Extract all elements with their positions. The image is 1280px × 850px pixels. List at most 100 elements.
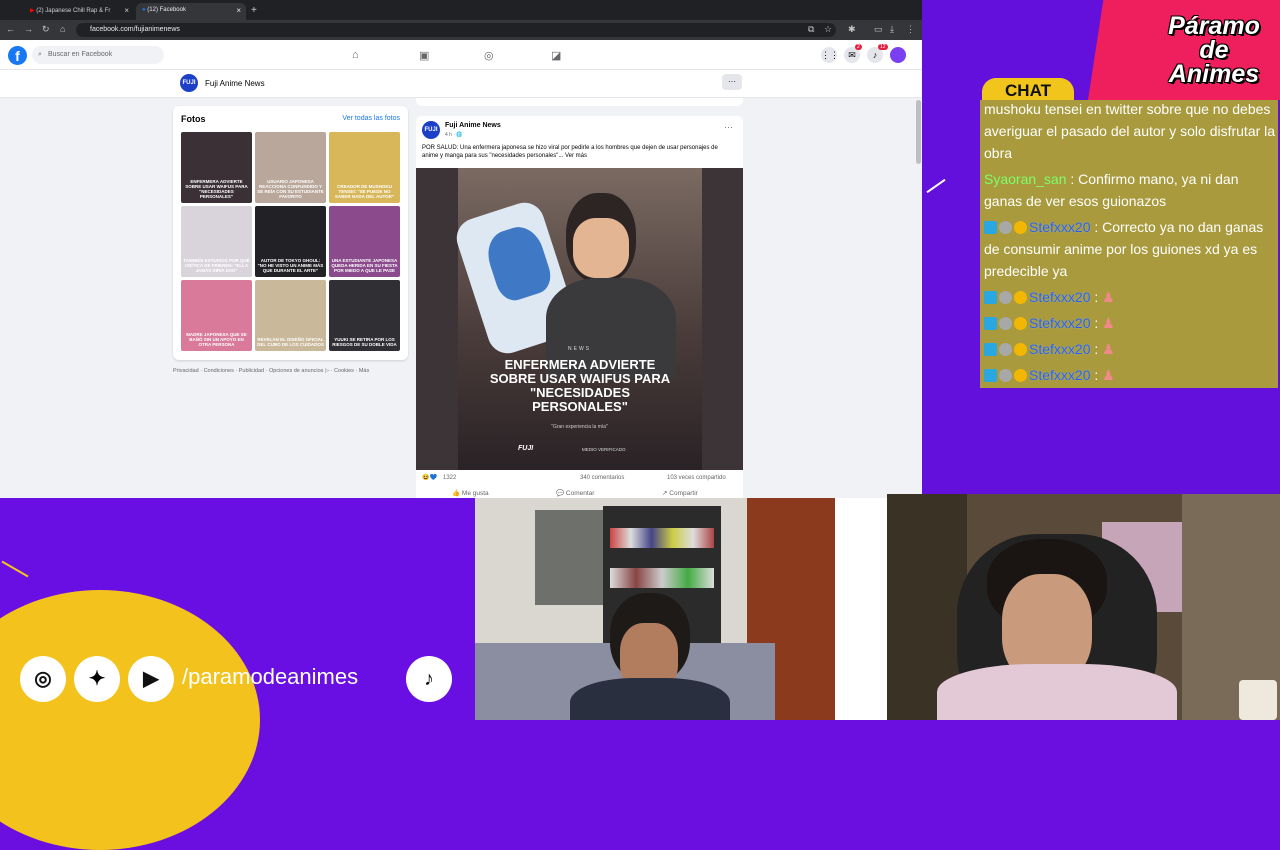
comment-label: Comentar (565, 490, 595, 497)
image-verified: MEDIO VERIFICADO (582, 447, 626, 452)
photo-thumbnail[interactable]: UNA ESTUDIANTE JAPONESA QUEDA HERIDA EN … (329, 206, 400, 277)
brand-line: Animes (1168, 60, 1260, 88)
image-headline: ENFERMERA ADVIERTE SOBRE USAR WAIFUS PAR… (489, 357, 671, 414)
download-icon[interactable]: ⤓ (890, 24, 894, 35)
books-row (610, 528, 714, 548)
see-all-photos-link[interactable]: Ver todas las fotos (342, 115, 400, 122)
host-shirt (937, 664, 1177, 720)
more-options-button[interactable]: ··· (722, 74, 742, 90)
menu-kebab-icon[interactable]: ⋮ (906, 24, 915, 35)
facebook-logo-icon[interactable]: f (8, 46, 27, 65)
coin-badge-icon (1014, 343, 1027, 356)
profile-avatar[interactable] (890, 47, 906, 63)
post-author-avatar[interactable]: FUJI (422, 121, 440, 139)
tab-youtube[interactable]: ▶ (2) Japanese Chill Rap & Fr × (24, 3, 134, 20)
home-icon[interactable]: ⌂ (352, 49, 359, 61)
messenger-badge: 2 (855, 44, 862, 50)
youtube-icon[interactable]: ▶ (128, 656, 174, 702)
stream-brand-logo: Páramo de Animes (1150, 14, 1278, 88)
page-name[interactable]: Fuji Anime News (205, 79, 265, 88)
coin-badge-icon (1014, 369, 1027, 382)
previous-post-end (416, 98, 743, 106)
webcam-host-1 (475, 498, 835, 720)
chat-username: Stefxxx20 (1029, 289, 1091, 305)
cast-icon[interactable]: ▭ (874, 24, 883, 35)
photo-thumbnail[interactable]: AUTOR DE TOKYO GHOUL: "NO HE VISTO UN AN… (255, 206, 326, 277)
search-icon: ⌕ (38, 51, 42, 58)
photo-thumbnail[interactable]: REVELAN EL DISEÑO OFICIAL DEL CUBO DE LO… (255, 280, 326, 351)
gaming-icon[interactable]: ◪ (551, 49, 561, 62)
reload-icon[interactable]: ↻ (42, 24, 50, 35)
image-brand: FUJI (518, 445, 534, 452)
comment-button[interactable]: 💬 Comentar (556, 489, 594, 497)
photo-caption: REVELAN EL DISEÑO OFICIAL DEL CUBO DE LO… (257, 337, 324, 347)
comment-count[interactable]: 340 comentarios (580, 475, 624, 481)
tiktok-icon[interactable]: ♪ (406, 656, 452, 702)
emote-icon: ♟ (1102, 367, 1115, 383)
new-tab-button[interactable]: + (248, 3, 262, 20)
footer-links[interactable]: Privacidad · Condiciones · Publicidad · … (173, 368, 408, 374)
photo-thumbnail[interactable]: ENFERMERA ADVIERTE SOBRE USAR WAIFUS PAR… (181, 132, 252, 203)
search-input[interactable]: Buscar en Facebook (32, 46, 164, 64)
share-button[interactable]: ↗ Compartir (662, 489, 698, 497)
social-links: ◎ ✦ ▶ /paramodeanimes ♪ (18, 656, 478, 704)
apps-grid-icon[interactable]: ⋮⋮ (821, 47, 839, 63)
scrollbar-thumb[interactable] (916, 100, 921, 164)
reactions-icon[interactable]: 😆💙 (422, 474, 437, 481)
share-label: Compartir (669, 490, 698, 497)
video-icon[interactable]: ▣ (419, 49, 429, 62)
post-menu-icon[interactable]: ··· (724, 122, 733, 132)
post-image[interactable]: NEWS ENFERMERA ADVIERTE SOBRE USAR WAIFU… (416, 168, 743, 470)
share-count[interactable]: 103 veces compartido (667, 475, 726, 481)
chat-message: mushoku tensei en twitter sobre que no d… (984, 98, 1276, 164)
avatar-badge-icon (999, 221, 1012, 234)
twitter-icon[interactable]: ✦ (74, 656, 120, 702)
webcam-host-2 (887, 494, 1280, 720)
instagram-icon[interactable]: ◎ (20, 656, 66, 702)
chat-message: Stefxxx20 : ♟ (984, 286, 1276, 308)
tab-facebook[interactable]: ● (12) Facebook × (136, 3, 246, 20)
sword-badge-icon (984, 343, 997, 356)
photo-thumbnail[interactable]: YUUKI SE RETIRA POR LOS RIESGOS DE SU DO… (329, 280, 400, 351)
photo-thumbnail[interactable]: USUARIO JAPONESA REACCIONA CONFUNDIDO Y … (255, 132, 326, 203)
back-icon[interactable]: ← (6, 24, 15, 34)
tab-bar: ▶ (2) Japanese Chill Rap & Fr × ● (12) F… (0, 0, 922, 20)
post-author[interactable]: Fuji Anime News (445, 122, 501, 129)
close-icon[interactable]: × (124, 6, 129, 15)
avatar-badge-icon (999, 369, 1012, 382)
home-icon[interactable]: ⌂ (60, 24, 65, 34)
photo-caption: MADRE JAPONESA QUE SE BAÑÓ SIN UN APOYO … (186, 332, 247, 347)
photo-caption: CREADOR DE MUSHOKU TENSEI: "SE PUEDE NO … (334, 184, 395, 199)
photo-thumbnail[interactable]: TAMBIÉN ESTUDIOS POR QUÉ CRÍTICA DE FRIE… (181, 206, 252, 277)
message-text: : (1090, 289, 1099, 305)
install-icon[interactable]: ⧉ (808, 24, 814, 35)
page-header: FUJI Fuji Anime News ··· (0, 70, 922, 98)
reaction-count[interactable]: 1322 (443, 475, 456, 481)
post-time[interactable]: 4 h · 🌐 (445, 132, 463, 138)
tab-label: (12) Facebook (147, 7, 186, 13)
notifications-badge: 12 (878, 44, 888, 50)
chat-username: Stefxxx20 (1029, 219, 1091, 235)
bookmark-star-icon[interactable]: ☆ (824, 24, 832, 35)
social-handle: /paramodeanimes (182, 664, 359, 689)
forward-icon[interactable]: → (24, 24, 33, 34)
like-button[interactable]: 👍 Me gusta (452, 489, 489, 497)
groups-icon[interactable]: ◎ (484, 49, 494, 62)
page-logo[interactable]: FUJI (180, 74, 198, 92)
photo-caption: TAMBIÉN ESTUDIOS POR QUÉ CRÍTICA DE FRIE… (183, 258, 250, 273)
photo-thumbnail[interactable]: MADRE JAPONESA QUE SE BAÑÓ SIN UN APOYO … (181, 280, 252, 351)
extensions-icon[interactable]: ✱ (848, 24, 856, 35)
thumbs-up-icon: 👍 (452, 490, 462, 497)
books-row (610, 568, 714, 588)
sword-badge-icon (984, 221, 997, 234)
close-icon[interactable]: × (236, 6, 241, 15)
image-tag: NEWS (568, 346, 591, 352)
message-text: : (1090, 367, 1099, 383)
sword-badge-icon (984, 369, 997, 382)
photo-caption: UNA ESTUDIANTE JAPONESA QUEDA HERIDA EN … (331, 258, 398, 273)
photo-thumbnail[interactable]: CREADOR DE MUSHOKU TENSEI: "SE PUEDE NO … (329, 132, 400, 203)
like-label: Me gusta (461, 490, 489, 497)
chat-message: Stefxxx20 : Correcto ya no dan ganas de … (984, 216, 1276, 282)
url-input[interactable]: facebook.com/fujianimenews (76, 23, 836, 37)
chat-username: Stefxxx20 (1029, 315, 1091, 331)
